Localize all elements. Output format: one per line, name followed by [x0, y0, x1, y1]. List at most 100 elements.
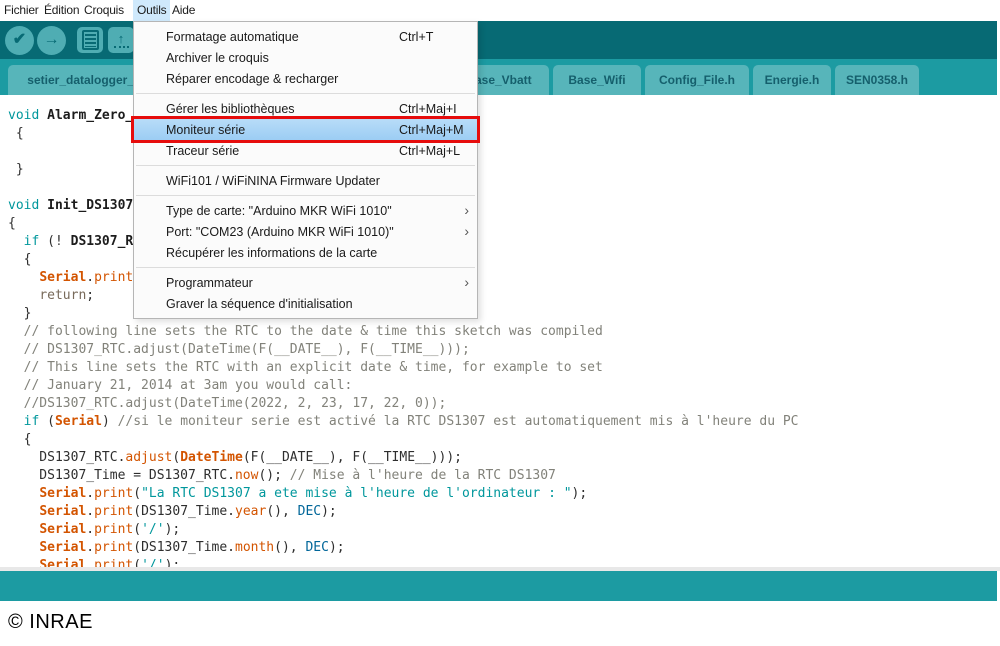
upload-icon[interactable]: → — [37, 26, 66, 55]
code-token: ( — [133, 522, 141, 537]
code-token: now — [235, 468, 258, 483]
code-token: DateTime — [180, 450, 243, 465]
code-token: print — [94, 504, 133, 519]
code-token: DEC — [298, 504, 321, 519]
code-token: DS1307_RTC. — [8, 450, 125, 465]
code-line: Serial.print(DS1307_Time.year(), DEC); — [8, 503, 1000, 521]
code-line: // following line sets the RTC to the da… — [8, 323, 1000, 341]
menu-item-label: Archiver le croquis — [166, 51, 269, 65]
code-token: Serial — [39, 522, 86, 537]
menu-separator — [136, 267, 475, 268]
code-line: { — [8, 431, 1000, 449]
code-token: void — [8, 108, 39, 123]
code-token: // Mise à l'heure de la RTC DS1307 — [290, 468, 556, 483]
code-line: Serial.print('/'); — [8, 557, 1000, 567]
menubar-item-fichier[interactable]: Fichier — [0, 0, 43, 21]
verify-icon[interactable]: ✔ — [5, 26, 34, 55]
open-sketch-icon[interactable]: ↑ — [108, 27, 134, 53]
new-sketch-icon[interactable] — [77, 27, 103, 53]
code-token: print — [94, 522, 133, 537]
code-line: // DS1307_RTC.adjust(DateTime(F(__DATE__… — [8, 341, 1000, 359]
menubar-item-croquis[interactable]: Croquis — [80, 0, 128, 21]
menu-item-label: Graver la séquence d'initialisation — [166, 297, 353, 311]
code-token: // This line sets the RTC with an explic… — [8, 360, 603, 375]
code-token: print — [94, 540, 133, 555]
code-token: (), — [266, 504, 297, 519]
tools-menu: Formatage automatique Ctrl+T Archiver le c… — [133, 21, 478, 319]
code-token: { — [8, 252, 31, 267]
code-token: //DS1307_RTC.adjust(DateTime(2022, 2, 23… — [8, 396, 446, 411]
menu-item-shortcut: Ctrl+Maj+I — [399, 102, 457, 116]
code-line: if (Serial) //si le moniteur serie est a… — [8, 413, 1000, 431]
menu-item-formatage-automatique[interactable]: Formatage automatique Ctrl+T — [134, 26, 477, 47]
tab-config-file-h[interactable]: Config_File.h — [645, 65, 749, 95]
code-line: // This line sets the RTC with an explic… — [8, 359, 1000, 377]
code-token: ( — [39, 414, 55, 429]
code-token: ); — [165, 558, 181, 567]
code-token — [8, 288, 39, 303]
menu-separator — [136, 195, 475, 196]
code-token: (), — [274, 540, 305, 555]
code-token: DS1307_RT — [71, 234, 141, 249]
menubar-item-outils[interactable]: Outils — [133, 0, 170, 21]
code-token: // January 21, 2014 at 3am you would cal… — [8, 378, 352, 393]
code-token: void — [8, 198, 39, 213]
menu-item-reparer-encodage-recharger[interactable]: Réparer encodage & recharger — [134, 68, 477, 89]
code-line: Serial.print(DS1307_Time.month(), DEC); — [8, 539, 1000, 557]
code-token: ( — [133, 486, 141, 501]
document-glyph — [82, 30, 99, 50]
menu-item-gerer-les-bibliotheques[interactable]: Gérer les bibliothèques Ctrl+Maj+I — [134, 98, 477, 119]
menubar: FichierÉditionCroquisOutilsAide — [0, 0, 1000, 21]
menu-item-graver-la-sequence-d-initialisation[interactable]: Graver la séquence d'initialisation — [134, 293, 477, 314]
menu-item-recuperer-les-informations-de-la-carte[interactable]: Récupérer les informations de la carte — [134, 242, 477, 263]
menu-item-port-com23-arduino-mkr-wifi-1010[interactable]: Port: "COM23 (Arduino MKR WiFi 1010)"› — [134, 221, 477, 242]
tab-base-wifi[interactable]: Base_Wifi — [553, 65, 641, 95]
code-token: } — [8, 306, 31, 321]
code-token: { — [8, 216, 16, 231]
menubar-item-edition[interactable]: Édition — [40, 0, 83, 21]
tab-sen0358-h[interactable]: SEN0358.h — [835, 65, 919, 95]
menu-item-label: Moniteur série — [166, 123, 245, 137]
code-token: . — [86, 504, 94, 519]
code-token — [8, 504, 39, 519]
menu-item-type-de-carte-arduino-mkr-wifi-1010[interactable]: Type de carte: "Arduino MKR WiFi 1010"› — [134, 200, 477, 221]
menu-item-label: Gérer les bibliothèques — [166, 102, 295, 116]
menubar-item-aide[interactable]: Aide — [168, 0, 199, 21]
menu-item-traceur-serie[interactable]: Traceur sérieCtrl+Maj+L — [134, 140, 477, 161]
code-token — [8, 234, 24, 249]
code-token: Serial — [39, 540, 86, 555]
code-token: if — [24, 234, 40, 249]
code-token: . — [86, 486, 94, 501]
code-token: ) — [102, 414, 118, 429]
code-token: "La RTC DS1307 a ete mise à l'heure de l… — [141, 486, 571, 501]
menu-item-archiver-le-croquis[interactable]: Archiver le croquis — [134, 47, 477, 68]
code-token: // following line sets the RTC to the da… — [8, 324, 603, 339]
menu-item-programmateur[interactable]: Programmateur› — [134, 272, 477, 293]
menu-item-label: Formatage automatique — [166, 30, 299, 44]
code-token: . — [86, 558, 94, 567]
menu-item-moniteur-serie[interactable]: Moniteur série Ctrl+Maj+M — [134, 119, 477, 140]
code-token: ); — [165, 522, 181, 537]
menu-item-wifi101-wifinina-firmware-updater[interactable]: WiFi101 / WiFiNINA Firmware Updater — [134, 170, 477, 191]
code-token: ); — [321, 504, 337, 519]
code-token: Serial — [55, 414, 102, 429]
code-token: } — [8, 162, 24, 177]
menu-separator — [136, 93, 475, 94]
tab-energie-h[interactable]: Energie.h — [753, 65, 831, 95]
code-token: . — [86, 522, 94, 537]
code-token: Init_DS1307_ — [39, 198, 141, 213]
code-token: //si le moniteur serie est activé la RTC… — [118, 414, 799, 429]
code-token — [8, 522, 39, 537]
code-token: DS1307_Time = DS1307_RTC. — [8, 468, 235, 483]
code-token: Serial — [39, 558, 86, 567]
code-token: Serial — [39, 486, 86, 501]
code-line: Serial.print("La RTC DS1307 a ete mise à… — [8, 485, 1000, 503]
code-token: . — [86, 540, 94, 555]
menu-separator — [136, 165, 475, 166]
code-token: { — [8, 432, 31, 447]
menu-item-shortcut: Ctrl+T — [399, 30, 433, 44]
verify-icon-glyph: ✔ — [13, 32, 26, 48]
menu-item-label: WiFi101 / WiFiNINA Firmware Updater — [166, 174, 380, 188]
code-token — [8, 486, 39, 501]
menu-item-shortcut: Ctrl+Maj+M — [399, 123, 464, 137]
